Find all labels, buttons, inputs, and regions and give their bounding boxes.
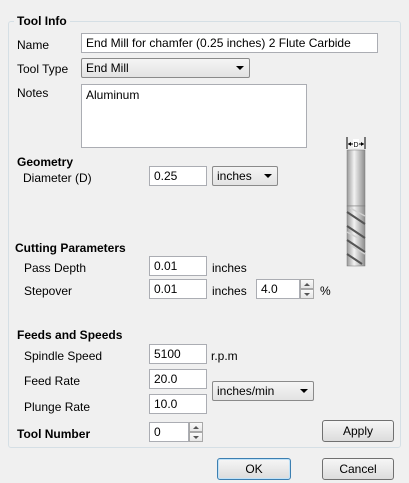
notes-textarea[interactable]: Aluminum (81, 84, 307, 148)
tool-type-value: End Mill (86, 61, 129, 75)
pass-depth-unit: inches (212, 261, 247, 275)
spindle-speed-label: Spindle Speed (24, 349, 103, 363)
feeds-speeds-heading: Feeds and Speeds (17, 328, 123, 342)
rate-units-select[interactable]: inches/min (212, 381, 314, 401)
apply-button[interactable]: Apply (322, 420, 394, 442)
end-mill-diagram-icon: D (346, 137, 366, 267)
rate-units-value: inches/min (217, 384, 275, 398)
diagram-d-label: D (353, 142, 358, 149)
diameter-label: Diameter (D) (23, 171, 92, 185)
plunge-rate-input[interactable]: 10.0 (149, 394, 207, 414)
name-label: Name (17, 38, 50, 52)
name-input[interactable]: End Mill for chamfer (0.25 inches) 2 Flu… (81, 33, 378, 53)
tool-type-label: Tool Type (17, 62, 69, 76)
tool-number-input[interactable]: 0 (149, 422, 189, 442)
spindle-speed-input[interactable]: 5100 (149, 344, 207, 364)
tool-type-select[interactable]: End Mill (81, 58, 250, 78)
stepover-unit: inches (212, 284, 247, 298)
geometry-heading: Geometry (17, 155, 74, 169)
stepover-percent-spinner[interactable] (300, 279, 314, 299)
tool-number-spinner[interactable] (189, 422, 203, 442)
tool-number-label: Tool Number (17, 427, 91, 441)
stepover-label: Stepover (24, 284, 73, 298)
tool-info-legend: Tool Info (14, 14, 70, 28)
chevron-down-icon (264, 174, 272, 178)
spindle-speed-unit: r.p.m (211, 349, 238, 363)
diameter-input[interactable]: 0.25 (149, 166, 207, 186)
plunge-rate-label: Plunge Rate (24, 400, 91, 414)
ok-button[interactable]: OK (217, 458, 291, 480)
chevron-down-icon (300, 389, 308, 393)
diameter-units-select[interactable]: inches (212, 166, 278, 186)
spin-down-icon[interactable] (300, 289, 314, 299)
diameter-units-value: inches (217, 169, 252, 183)
pass-depth-label: Pass Depth (24, 261, 87, 275)
stepover-percent-input[interactable]: 4.0 (256, 279, 300, 299)
cancel-button[interactable]: Cancel (322, 458, 394, 480)
spin-up-icon[interactable] (300, 279, 314, 289)
percent-symbol: % (320, 284, 331, 298)
cutting-parameters-heading: Cutting Parameters (15, 241, 126, 255)
spin-down-icon[interactable] (189, 432, 203, 442)
chevron-down-icon (236, 66, 244, 70)
feed-rate-label: Feed Rate (24, 374, 81, 388)
pass-depth-input[interactable]: 0.01 (149, 256, 207, 276)
notes-label: Notes (17, 86, 49, 100)
spin-up-icon[interactable] (189, 422, 203, 432)
stepover-input[interactable]: 0.01 (149, 279, 207, 299)
feed-rate-input[interactable]: 20.0 (149, 369, 207, 389)
